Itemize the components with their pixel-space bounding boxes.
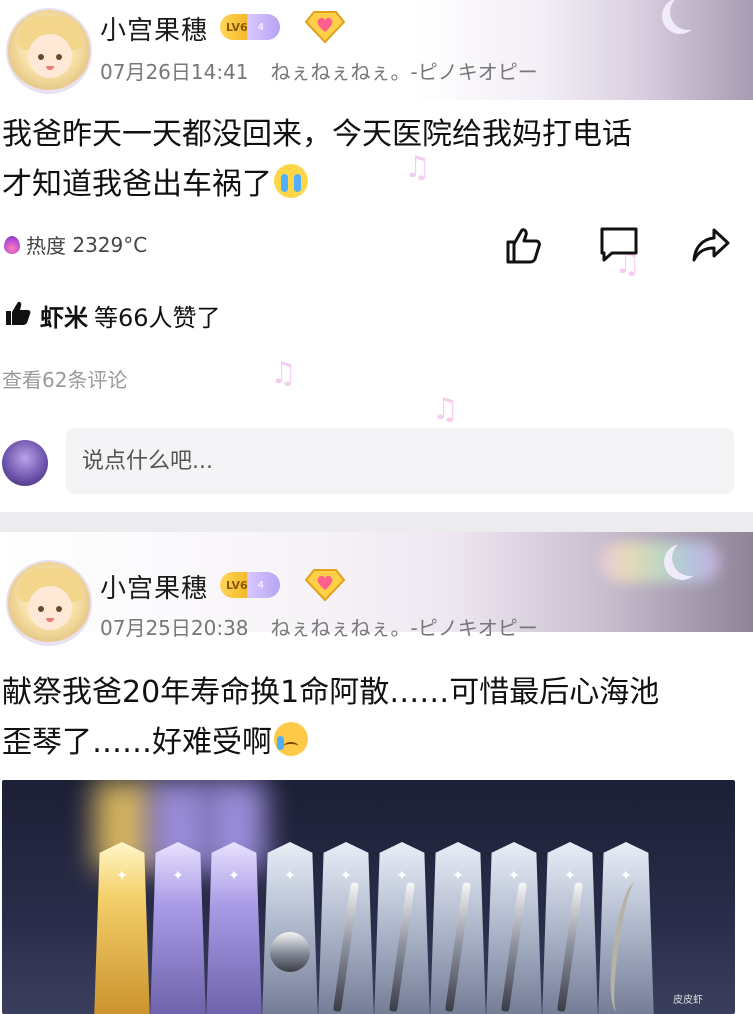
post-meta: 07月25日20:38 ねぇねぇねぇ。-ピノキオピー	[100, 612, 538, 641]
heat-label: 热度	[26, 234, 66, 258]
heat-value: 2329°C	[72, 232, 148, 257]
character-card: ✦	[206, 842, 262, 1014]
post-date: 07月26日14:41	[100, 60, 249, 84]
filled-thumbs-up-icon	[4, 299, 40, 333]
weapon-card: ✦	[318, 842, 374, 1014]
moon-decoration-icon	[670, 0, 706, 30]
user-avatar[interactable]	[6, 8, 92, 94]
level-badge: LV6 4	[220, 14, 280, 40]
character-card: ✦	[150, 842, 206, 1014]
weapon-card: ✦	[486, 842, 542, 1014]
username[interactable]: 小宫果穗	[100, 10, 208, 47]
sad-emoji-icon	[274, 722, 308, 756]
music-note-decoration-icon: ♫	[270, 356, 297, 391]
post-content: 献祭我爸20年寿命换1命阿散……可惜最后心海池 歪琴了……好难受啊	[2, 675, 660, 760]
user-avatar[interactable]	[6, 560, 92, 646]
heat-indicator: 热度 2329°C	[4, 230, 147, 259]
likes-count-text: 等66人赞了	[94, 304, 221, 332]
username[interactable]: 小宫果穗	[100, 568, 208, 605]
comment-input[interactable]	[66, 428, 734, 494]
post-separator	[0, 512, 753, 532]
music-note-decoration-icon: ♫	[404, 150, 431, 185]
weapon-card: ✦	[262, 842, 318, 1014]
likes-summary[interactable]: 虾米 等66人赞了	[4, 298, 221, 333]
post-content: 我爸昨天一天都没回来，今天医院给我妈打电话 才知道我爸出车祸了	[2, 117, 632, 202]
weapon-card: ✦	[542, 842, 598, 1014]
view-comments-link[interactable]: 查看62条评论	[2, 364, 127, 393]
moon-decoration-icon	[672, 540, 708, 576]
share-button[interactable]	[690, 224, 732, 266]
like-button[interactable]	[502, 224, 544, 266]
post-card-2: 小宫果穗 LV6 4 07月25日20:38 ねぇねぇねぇ。-ピノキオピー 献祭我…	[0, 532, 753, 1014]
post-card-1: 小宫果穗 LV6 4 07月26日14:41 ねぇねぇねぇ。-ピノキオピー 我爸昨…	[0, 0, 753, 512]
post-date: 07月25日20:38	[100, 616, 249, 640]
comment-button[interactable]	[598, 224, 640, 266]
user-signature: ねぇねぇねぇ。-ピノキオピー	[270, 60, 538, 84]
weapon-card: ✦	[598, 842, 654, 1014]
user-signature: ねぇねぇねぇ。-ピノキオピー	[270, 616, 538, 640]
thumbs-up-icon	[506, 228, 541, 264]
liker-name[interactable]: 虾米	[40, 298, 88, 333]
post-image-gacha-results[interactable]: ✦ ✦ ✦ ✦ ✦ ✦ ✦ ✦ ✦ ✦ 皮皮虾	[2, 780, 735, 1014]
comment-composer	[0, 428, 753, 494]
current-user-avatar	[2, 440, 48, 486]
weapon-card: ✦	[430, 842, 486, 1014]
level-badge: LV6 4	[220, 572, 280, 598]
music-note-decoration-icon: ♫	[432, 392, 459, 427]
crying-emoji-icon	[274, 164, 308, 198]
flame-icon	[4, 235, 20, 254]
heart-gem-icon	[304, 568, 346, 602]
image-watermark: 皮皮虾	[673, 995, 703, 1006]
weapon-card: ✦	[374, 842, 430, 1014]
post-meta: 07月26日14:41 ねぇねぇねぇ。-ピノキオピー	[100, 56, 538, 85]
heart-gem-icon	[304, 10, 346, 44]
character-card: ✦	[94, 842, 150, 1014]
comment-icon	[600, 227, 638, 262]
share-icon	[692, 228, 730, 262]
